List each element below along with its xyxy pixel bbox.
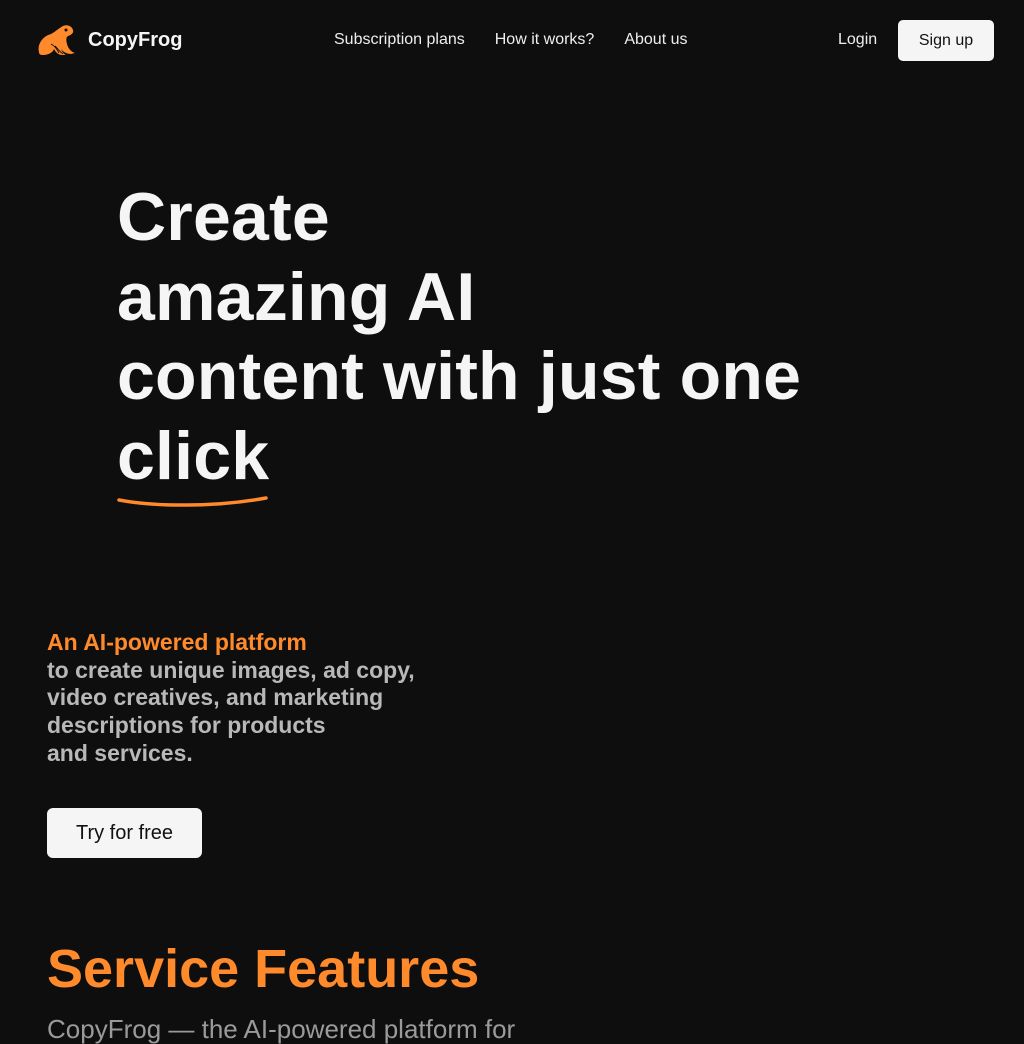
login-link[interactable]: Login xyxy=(838,30,877,50)
main-nav: Subscription plans How it works? About u… xyxy=(334,30,687,50)
brand-name: CopyFrog xyxy=(88,29,183,51)
tagline-line: and services. xyxy=(47,739,193,766)
tagline-line: video creatives, and marketing xyxy=(47,684,384,711)
nav-subscription-plans[interactable]: Subscription plans xyxy=(334,30,465,50)
nav-how-it-works[interactable]: How it works? xyxy=(495,30,595,50)
features-subtitle: CopyFrog — the AI-powered platform for xyxy=(47,1014,516,1044)
tagline-line: to create unique images, ad copy, xyxy=(47,656,415,683)
hero-title-line: click xyxy=(117,417,270,494)
underline-decoration xyxy=(117,496,268,507)
hero-title-line: content with just one xyxy=(117,338,802,414)
features-title: Service Features xyxy=(47,939,480,999)
signup-button[interactable]: Sign up xyxy=(898,20,994,61)
try-for-free-button[interactable]: Try for free xyxy=(47,808,202,858)
logo-link[interactable]: CopyFrog xyxy=(35,22,182,58)
hero-title-line: Create xyxy=(117,179,330,255)
tagline-accent: An AI-powered platform xyxy=(47,629,307,655)
nav-about-us[interactable]: About us xyxy=(624,30,687,50)
hero-tagline: An AI-powered platform to create unique … xyxy=(47,629,467,768)
hero-title-line: amazing AI xyxy=(117,258,476,335)
frog-icon xyxy=(35,22,75,58)
tagline-line: descriptions for products xyxy=(47,712,326,739)
site-header: CopyFrog Subscription plans How it works… xyxy=(0,0,1024,80)
hero-title: Create amazing AI content with just one … xyxy=(117,178,817,496)
